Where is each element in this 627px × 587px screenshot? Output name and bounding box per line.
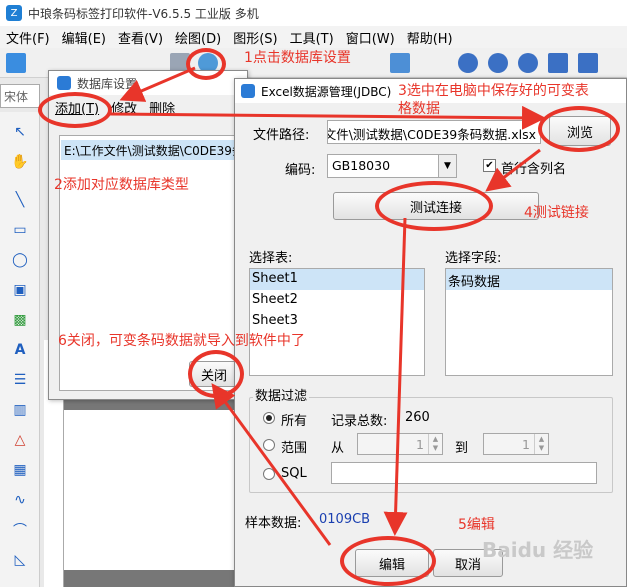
arrow-to-edit	[383, 217, 408, 536]
arrow-to-browse	[109, 105, 546, 130]
annotation-step3b: 格数据	[398, 101, 440, 117]
annotation-step6: 6关闭，可变条码数据就导入到软件中了	[58, 333, 305, 349]
highlight-browse	[538, 106, 620, 152]
arrow-to-close	[211, 383, 332, 546]
arrow-to-add	[119, 66, 196, 102]
watermark: Baidu 经验	[482, 538, 594, 562]
annotation-step1: 1点击数据库设置	[244, 50, 351, 66]
annotation-step4: 4测试链接	[524, 205, 589, 221]
highlight-db-icon	[186, 48, 226, 80]
annotation-step5: 5编辑	[458, 517, 495, 533]
highlight-test	[375, 181, 493, 231]
highlight-close	[188, 350, 244, 398]
arrow-to-test	[485, 148, 541, 192]
highlight-edit	[340, 536, 436, 586]
highlight-add	[38, 92, 112, 128]
annotation-step2: 2添加对应数据库类型	[54, 177, 189, 193]
annotation-step3a: 3选中在电脑中保存好的可变表	[398, 83, 589, 99]
